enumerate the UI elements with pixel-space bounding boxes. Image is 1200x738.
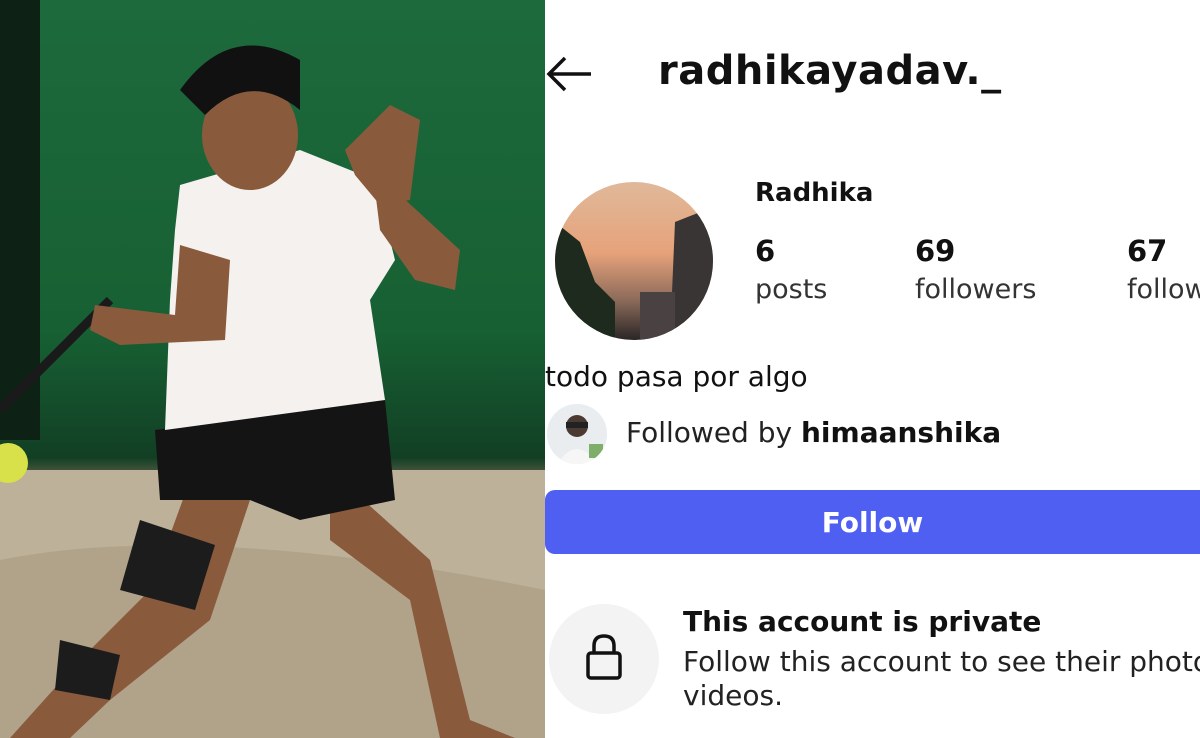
followed-by-prefix: Followed by [626, 416, 801, 449]
lock-icon [584, 633, 624, 685]
follow-button[interactable]: Follow [545, 490, 1200, 554]
private-account-description: Follow this account to see their photo v… [683, 645, 1200, 712]
stat-followers-count: 69 [915, 234, 956, 268]
stat-posts-count: 6 [755, 234, 776, 268]
profile-panel: radhikayadav._ Radhika 6 posts 69 follow… [545, 0, 1200, 738]
followed-by-text: Followed by himaanshika [626, 416, 1001, 449]
followed-by-row[interactable]: Followed by himaanshika [545, 402, 1200, 466]
stat-posts-label: posts [755, 274, 828, 305]
mutual-follower-avatar [547, 404, 607, 464]
profile-bio: todo pasa por algo [545, 360, 808, 393]
stat-following-label: follow [1127, 274, 1200, 305]
stat-followers-label: followers [915, 274, 1037, 305]
stat-posts[interactable]: 6 posts [755, 232, 827, 310]
tennis-player-photo [0, 0, 545, 738]
stat-following[interactable]: 67 follow [1127, 232, 1200, 310]
private-account-title: This account is private [683, 605, 1042, 638]
profile-username: radhikayadav._ [658, 48, 1002, 94]
stat-following-count: 67 [1127, 234, 1168, 268]
back-arrow-icon[interactable] [545, 52, 595, 96]
profile-avatar[interactable] [555, 182, 713, 340]
photo-illustration [0, 0, 545, 738]
profile-display-name: Radhika [755, 178, 874, 208]
lock-icon-circle [549, 604, 659, 714]
stat-followers[interactable]: 69 followers [915, 232, 1036, 310]
followed-by-user[interactable]: himaanshika [801, 416, 1001, 449]
